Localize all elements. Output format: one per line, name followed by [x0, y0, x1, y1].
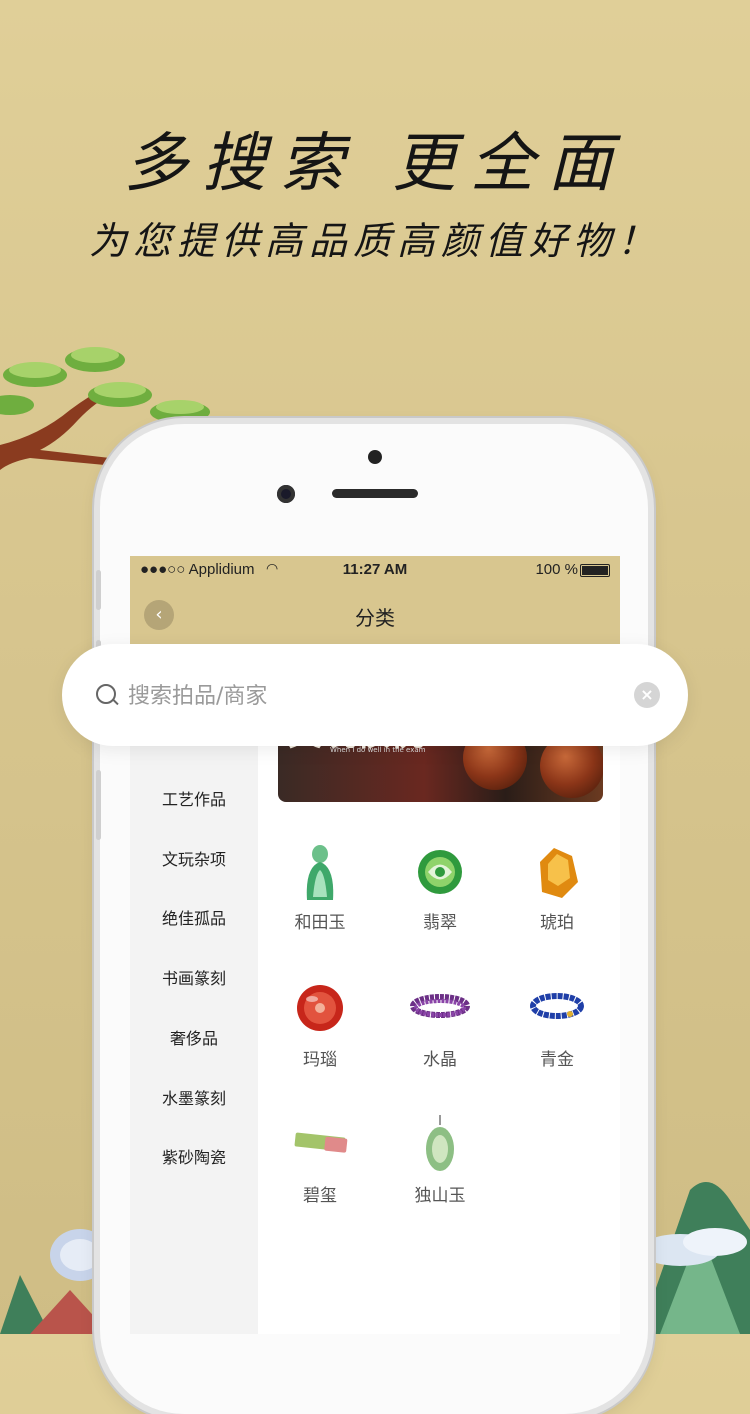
- nav-bar: ‹ 分类: [130, 584, 620, 646]
- status-bar: ●●●○○ Applidium ◠ 11:27 AM 100 %: [130, 556, 620, 584]
- sidebar-item[interactable]: 文玩杂项: [130, 846, 258, 870]
- battery-percent: 100 %: [535, 561, 578, 578]
- search-input[interactable]: [126, 678, 610, 714]
- volume-button: [96, 770, 101, 840]
- sidebar-item[interactable]: 工艺作品: [130, 786, 258, 810]
- category-label: 玛瑙: [303, 1050, 337, 1070]
- category-item[interactable]: 碧玺: [265, 1115, 375, 1206]
- category-item[interactable]: 翡翠: [385, 842, 495, 933]
- category-item[interactable]: 和田玉: [265, 842, 375, 933]
- jade-figure-icon: [265, 842, 375, 902]
- sidebar-item[interactable]: 奢侈品: [130, 1025, 258, 1049]
- category-label: 青金: [540, 1050, 574, 1070]
- proximity-sensor: [368, 450, 382, 464]
- category-label: 和田玉: [294, 913, 346, 933]
- category-item[interactable]: 玛瑙: [265, 979, 375, 1070]
- front-camera: [277, 485, 295, 503]
- agate-disc-icon: [265, 979, 375, 1039]
- category-item[interactable]: 琥珀: [502, 842, 612, 933]
- promo-subline: 为您提供高品质高颜值好物！: [88, 219, 661, 263]
- amber-icon: [502, 842, 612, 902]
- category-label: 翡翠: [423, 913, 457, 933]
- category-label: 水晶: [423, 1050, 457, 1070]
- lapis-bracelet-icon: [502, 979, 612, 1039]
- category-label: 碧玺: [303, 1186, 337, 1206]
- promo-headline: 多搜索 更全面: [123, 127, 627, 201]
- sidebar-item[interactable]: 紫砂陶瓷: [130, 1144, 258, 1168]
- category-item[interactable]: 独山玉: [385, 1115, 495, 1206]
- banner-subtitle: When I do well in the exam: [330, 746, 426, 754]
- category-item[interactable]: 青金: [502, 979, 612, 1070]
- jade-pendant-icon: [385, 1115, 495, 1175]
- crystal-bracelet-icon: [385, 979, 495, 1039]
- category-label: 独山玉: [414, 1186, 466, 1206]
- earpiece-speaker: [332, 489, 418, 498]
- jade-disc-icon: [385, 842, 495, 902]
- tourmaline-icon: [265, 1115, 375, 1175]
- sidebar-item[interactable]: 书画篆刻: [130, 965, 258, 989]
- clear-icon[interactable]: ×: [634, 682, 660, 708]
- category-sidebar: 工艺作品 文玩杂项 绝佳孤品 书画篆刻 奢侈品 水墨篆刻 紫砂陶瓷: [130, 646, 258, 1334]
- category-label: 琥珀: [540, 913, 574, 933]
- sidebar-item[interactable]: 绝佳孤品: [130, 905, 258, 929]
- sidebar-item[interactable]: 水墨篆刻: [130, 1085, 258, 1109]
- search-bar[interactable]: ×: [62, 644, 688, 746]
- category-item[interactable]: 水晶: [385, 979, 495, 1070]
- page-title: 分类: [355, 606, 395, 630]
- battery-icon: [580, 564, 610, 577]
- search-icon: [96, 684, 116, 704]
- volume-button: [96, 570, 101, 610]
